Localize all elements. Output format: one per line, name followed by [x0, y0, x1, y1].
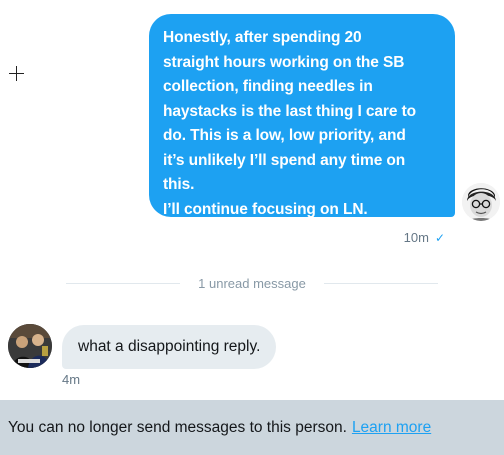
messaging-disabled-notice: You can no longer send messages to this …	[0, 400, 504, 455]
dm-conversation: Honestly, after spending 20 straight hou…	[0, 0, 504, 455]
incoming-message-text: what a disappointing reply.	[78, 338, 261, 355]
learn-more-link[interactable]: Learn more	[352, 419, 431, 437]
notice-text: You can no longer send messages to this …	[8, 418, 347, 436]
avatar[interactable]	[462, 183, 500, 221]
divider-line-right	[323, 282, 438, 284]
outgoing-timestamp: 10m	[403, 230, 429, 245]
unread-divider: 1 unread message	[66, 273, 438, 293]
avatar[interactable]	[8, 324, 52, 368]
incoming-message-bubble[interactable]: what a disappointing reply.	[62, 325, 277, 369]
outgoing-message-meta: 10m ✓	[404, 230, 445, 245]
avatar-image	[462, 183, 500, 221]
divider-line-left	[66, 282, 181, 284]
unread-divider-label: 1 unread message	[198, 275, 306, 291]
crosshair-cursor-icon	[9, 66, 24, 81]
avatar-image	[8, 324, 52, 368]
outgoing-message-bubble[interactable]: Honestly, after spending 20 straight hou…	[149, 14, 455, 218]
check-icon: ✓	[434, 230, 445, 245]
incoming-timestamp: 4m	[62, 372, 81, 387]
